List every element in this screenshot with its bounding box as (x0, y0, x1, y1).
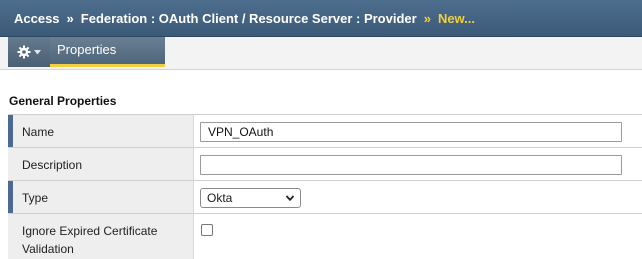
breadcrumb-separator: » (66, 10, 74, 26)
section-title: General Properties (9, 94, 117, 108)
tab-strip: Properties (0, 37, 642, 70)
breadcrumb-item-access[interactable]: Access (14, 11, 60, 26)
description-input[interactable] (200, 155, 622, 175)
name-label: Name (8, 115, 194, 148)
gear-icon (17, 45, 31, 59)
description-label: Description (8, 148, 194, 181)
name-value-cell (194, 115, 642, 148)
type-label: Type (8, 181, 194, 214)
type-row: Type Okta (8, 180, 642, 214)
description-value-cell (194, 148, 642, 181)
name-input[interactable] (200, 122, 622, 142)
ignore-expired-row: Ignore Expired Certificate Validation (8, 213, 642, 259)
gear-menu-button[interactable] (8, 37, 50, 67)
breadcrumb-separator: » (423, 10, 431, 26)
type-select[interactable]: Okta (200, 188, 301, 208)
chevron-down-icon (285, 195, 295, 202)
type-select-value: Okta (207, 191, 233, 205)
ignore-expired-label: Ignore Expired Certificate Validation (8, 214, 194, 259)
name-row: Name (8, 114, 642, 148)
breadcrumb-current: New... (437, 10, 476, 26)
description-row: Description (8, 147, 642, 181)
breadcrumb: Access » Federation : OAuth Client / Res… (0, 0, 642, 37)
ignore-expired-checkbox[interactable] (201, 224, 213, 236)
caret-down-icon (34, 49, 41, 54)
ignore-expired-value-cell (194, 214, 642, 259)
breadcrumb-item-provider[interactable]: Federation : OAuth Client / Resource Ser… (81, 11, 417, 26)
type-value-cell: Okta (194, 181, 642, 214)
tab-properties[interactable]: Properties (50, 37, 165, 67)
